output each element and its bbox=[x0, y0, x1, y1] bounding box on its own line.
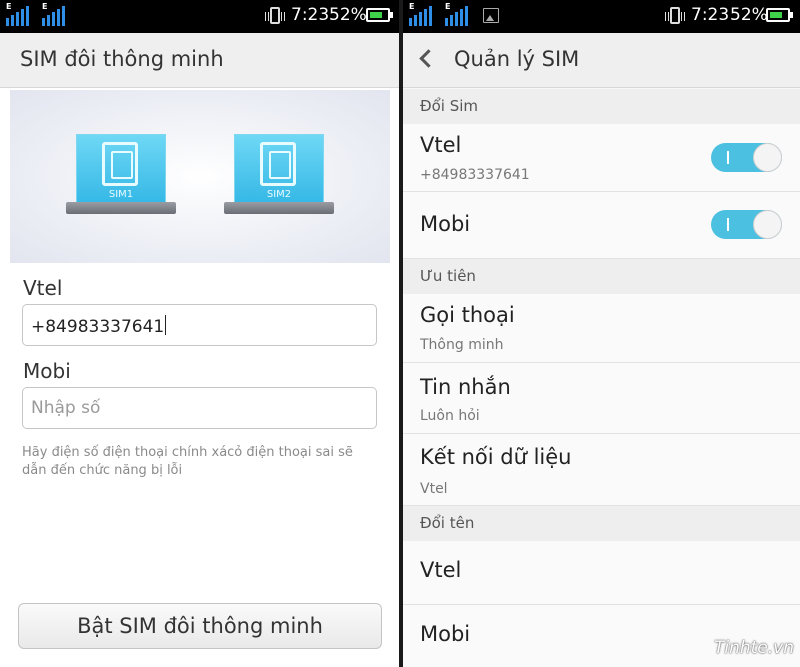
rename-mobi-label: Mobi bbox=[420, 622, 471, 646]
section-switch-sim: Đổi Sim bbox=[403, 89, 800, 124]
sim-vtel-toggle[interactable] bbox=[711, 143, 782, 172]
status-time: 7:23 bbox=[691, 5, 730, 25]
sim-card-icon bbox=[260, 142, 296, 186]
sim-row-mobi[interactable]: Mobi bbox=[403, 192, 800, 259]
sim-card-icon bbox=[102, 142, 138, 186]
sim-number: +84983337641 bbox=[420, 167, 530, 183]
dual-sim-illustration: SIM1 SIM2 bbox=[10, 90, 390, 263]
status-time: 7:23 bbox=[291, 5, 330, 25]
sim-management-screen: E E 7:23 52% Quản lý SIM Đổi Sim Vtel +8… bbox=[403, 0, 800, 667]
sim-mobi-toggle[interactable] bbox=[711, 210, 782, 239]
vibrate-icon bbox=[665, 7, 685, 24]
rename-vtel-label: Vtel bbox=[420, 558, 462, 582]
battery-percent: 52% bbox=[329, 5, 367, 25]
signal-icon: E bbox=[445, 2, 471, 26]
enable-smart-dual-sim-button[interactable]: Bật SIM đôi thông minh bbox=[18, 603, 382, 649]
section-priority: Ưu tiên bbox=[403, 259, 800, 294]
sim2-illustration: SIM2 bbox=[224, 134, 334, 214]
page-title: Quản lý SIM bbox=[454, 47, 580, 71]
header: SIM đôi thông minh bbox=[0, 33, 399, 88]
back-icon[interactable] bbox=[419, 49, 438, 68]
sim-row-vtel[interactable]: Vtel +84983337641 bbox=[403, 124, 800, 192]
page-title: SIM đôi thông minh bbox=[20, 47, 224, 71]
section-rename: Đổi tên bbox=[403, 506, 800, 541]
data-connection-value: Vtel bbox=[420, 481, 448, 497]
status-bar: E E 7:23 52% bbox=[403, 0, 800, 33]
vtel-label: Vtel bbox=[23, 276, 63, 300]
sim-name: Mobi bbox=[420, 212, 471, 236]
signal-icon: E bbox=[409, 2, 435, 26]
sim1-illustration: SIM1 bbox=[66, 134, 176, 214]
vtel-number-input[interactable]: +84983337641 bbox=[22, 304, 377, 346]
signal-icon: E bbox=[6, 2, 32, 26]
status-bar: E E 7:23 52% bbox=[0, 0, 399, 33]
rename-vtel-row[interactable]: Vtel bbox=[403, 541, 800, 605]
gallery-icon bbox=[483, 8, 499, 23]
messages-row[interactable]: Tin nhắn Luôn hỏi bbox=[403, 363, 800, 434]
messages-label: Tin nhắn bbox=[420, 375, 511, 399]
sim-name: Vtel bbox=[420, 133, 462, 157]
vibrate-icon bbox=[265, 7, 285, 24]
signal-icon: E bbox=[42, 2, 68, 26]
data-connection-label: Kết nối dữ liệu bbox=[420, 445, 572, 469]
mobi-label: Mobi bbox=[23, 359, 71, 383]
battery-icon bbox=[766, 8, 793, 22]
header: Quản lý SIM bbox=[403, 33, 800, 88]
calls-label: Gọi thoại bbox=[420, 303, 515, 327]
messages-value: Luôn hỏi bbox=[420, 408, 480, 424]
mobi-number-input[interactable]: Nhập số bbox=[22, 387, 377, 429]
battery-icon bbox=[366, 8, 393, 22]
calls-value: Thông minh bbox=[420, 337, 504, 353]
data-connection-row[interactable]: Kết nối dữ liệu Vtel bbox=[403, 434, 800, 506]
battery-percent: 52% bbox=[730, 5, 768, 25]
smart-dual-sim-screen: E E 7:23 52% SIM đôi thông minh SIM1 SIM… bbox=[0, 0, 399, 667]
watermark: Tinhte.vn bbox=[713, 638, 794, 658]
hint-text: Hãy điện số điện thoại chính xácỏ điện t… bbox=[22, 445, 353, 478]
calls-row[interactable]: Gọi thoại Thông minh bbox=[403, 294, 800, 363]
